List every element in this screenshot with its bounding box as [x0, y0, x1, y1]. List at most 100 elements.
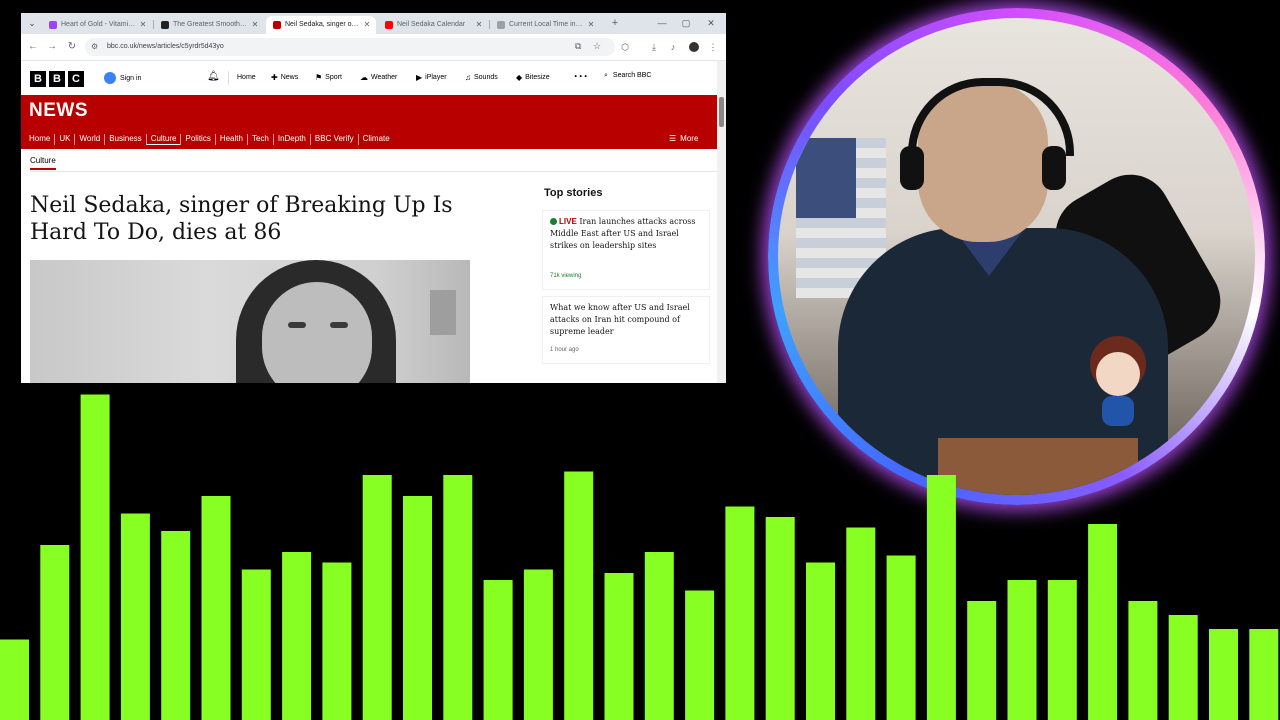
forward-button[interactable]: →: [45, 40, 59, 54]
address-bar[interactable]: ⚙ bbc.co.uk/news/articles/c5yrdr5d43yo ⧉…: [85, 38, 615, 56]
tab-strip: ⌄ Heart of Gold - Vitamin F ✕ The Greatest…: [21, 13, 726, 34]
visualizer-bar: [1249, 629, 1279, 720]
nav-news[interactable]: ✚ News: [271, 72, 298, 84]
nav-label: Home: [237, 74, 256, 81]
browser-menu-icon[interactable]: ⋮: [706, 40, 720, 54]
weather-icon: ☁: [360, 73, 368, 82]
live-indicator-icon: [550, 218, 557, 225]
visualizer-bar: [886, 555, 916, 720]
nav-iplayer[interactable]: ▶ iPlayer: [416, 72, 447, 84]
nav-sport[interactable]: ⚑ Sport: [315, 72, 342, 84]
bitesize-icon: ◆: [516, 73, 523, 82]
browser-tab[interactable]: The Greatest Smoothie of ✕: [154, 16, 264, 34]
bbc-logo[interactable]: B B C: [30, 71, 84, 87]
back-button[interactable]: ←: [26, 40, 40, 54]
nav-label: Bitesize: [525, 74, 550, 81]
nav-bitesize[interactable]: ◆ Bitesize: [516, 72, 550, 84]
webcam-feed: [778, 18, 1255, 495]
story-text[interactable]: LIVE Iran launches attacks across Middle…: [550, 216, 705, 252]
story-meta: 1 hour ago: [550, 347, 579, 353]
visualizer-bar: [846, 527, 876, 720]
section-business[interactable]: Business: [104, 134, 145, 145]
visualizer-bar: [241, 569, 271, 720]
nav-home[interactable]: Home: [237, 72, 256, 84]
more-menu-icon[interactable]: ···: [574, 69, 589, 83]
address-url[interactable]: bbc.co.uk/news/articles/c5yrdr5d43yo: [107, 38, 224, 56]
nav-label: Weather: [371, 74, 398, 81]
visualizer-bar: [1209, 629, 1238, 720]
visualizer-bar: [765, 517, 795, 720]
section-uk[interactable]: UK: [54, 134, 74, 145]
nav-label: Sounds: [474, 74, 498, 81]
tab-title: Neil Sedaka, singer of Br: [285, 21, 360, 28]
section-culture[interactable]: Culture: [145, 134, 181, 145]
photo-eye: [330, 322, 348, 328]
browser-tab[interactable]: Neil Sedaka Calendar ✕: [378, 16, 488, 34]
tab-close-icon[interactable]: ✕: [474, 16, 484, 34]
section-politics[interactable]: Politics: [180, 134, 214, 145]
tab-close-icon[interactable]: ✕: [250, 16, 260, 34]
media-control-icon[interactable]: ♪: [666, 40, 680, 54]
section-bbc-verify[interactable]: BBC Verify: [309, 134, 358, 145]
extensions-icon[interactable]: ⬡: [618, 40, 632, 54]
section-home[interactable]: Home: [29, 134, 54, 145]
section-tech[interactable]: Tech: [246, 134, 273, 145]
maximize-button[interactable]: ▢: [674, 15, 698, 31]
search-bbc[interactable]: ⌕ Search BBC: [604, 72, 651, 80]
visualizer-bar: [806, 562, 835, 720]
top-story-card[interactable]: What we know after US and Israel attacks…: [543, 297, 709, 363]
nav-label: Sport: [325, 74, 342, 81]
scrollbar-thumb[interactable]: [719, 97, 724, 127]
more-sections-button[interactable]: ☰ More: [669, 134, 698, 143]
tab-close-icon[interactable]: ✕: [362, 16, 372, 34]
news-banner: NEWS Home UK World Business Culture Politics H…: [21, 95, 717, 149]
visualizer-bar: [1088, 524, 1118, 720]
visualizer-bar: [1128, 601, 1158, 720]
download-icon[interactable]: ⤓: [647, 40, 661, 54]
section-climate[interactable]: Climate: [357, 134, 394, 145]
nav-weather[interactable]: ☁ Weather: [360, 72, 397, 84]
browser-tab[interactable]: Heart of Gold - Vitamin F ✕: [42, 16, 152, 34]
tab-close-icon[interactable]: ✕: [586, 16, 596, 34]
visualizer-bar: [322, 562, 352, 720]
divider: [228, 71, 229, 85]
visualizer-bar: [1007, 580, 1037, 720]
figurine-body: [1102, 396, 1134, 426]
top-stories-heading: Top stories: [544, 187, 603, 199]
account-icon: [104, 72, 116, 84]
nav-label: iPlayer: [425, 74, 447, 81]
article-photo: [30, 260, 470, 383]
news-title[interactable]: NEWS: [29, 100, 88, 122]
profile-avatar[interactable]: [689, 42, 699, 52]
browser-tab[interactable]: Neil Sedaka, singer of Br ✕: [266, 16, 376, 34]
new-tab-button[interactable]: +: [608, 16, 622, 30]
notifications-bell-icon[interactable]: 🔔︎: [207, 71, 220, 82]
site-info-icon[interactable]: ⚙: [91, 42, 98, 51]
top-story-card[interactable]: LIVE Iran launches attacks across Middle…: [543, 211, 709, 289]
sport-icon: ⚑: [315, 73, 323, 82]
tab-search-icon[interactable]: ⌄: [26, 17, 38, 29]
live-badge: LIVE: [559, 217, 577, 226]
browser-tab[interactable]: Current Local Time in La ✕: [490, 16, 600, 34]
tab-favicon-icon: [385, 21, 393, 29]
visualizer-bar: [926, 475, 956, 720]
sign-in-link[interactable]: Sign in: [104, 72, 141, 84]
story-headline[interactable]: What we know after US and Israel attacks…: [550, 302, 705, 338]
nav-sounds[interactable]: ♫ Sounds: [465, 72, 498, 84]
tab-title: The Greatest Smoothie of: [173, 21, 248, 28]
visualizer-bar: [40, 545, 70, 720]
close-window-button[interactable]: ✕: [699, 15, 723, 31]
reload-button[interactable]: ↻: [65, 40, 79, 54]
tab-close-icon[interactable]: ✕: [138, 16, 148, 34]
breadcrumb[interactable]: Culture: [30, 156, 56, 170]
install-app-icon[interactable]: ⧉: [575, 41, 581, 52]
bookmark-star-icon[interactable]: ☆: [593, 41, 601, 52]
section-indepth[interactable]: InDepth: [272, 134, 310, 145]
section-health[interactable]: Health: [214, 134, 247, 145]
minimize-button[interactable]: —: [650, 15, 674, 31]
logo-letter: B: [49, 71, 65, 87]
desk: [938, 438, 1138, 495]
story-meta: 71k viewing: [550, 273, 582, 279]
logo-letter: B: [30, 71, 46, 87]
section-world[interactable]: World: [74, 134, 104, 145]
